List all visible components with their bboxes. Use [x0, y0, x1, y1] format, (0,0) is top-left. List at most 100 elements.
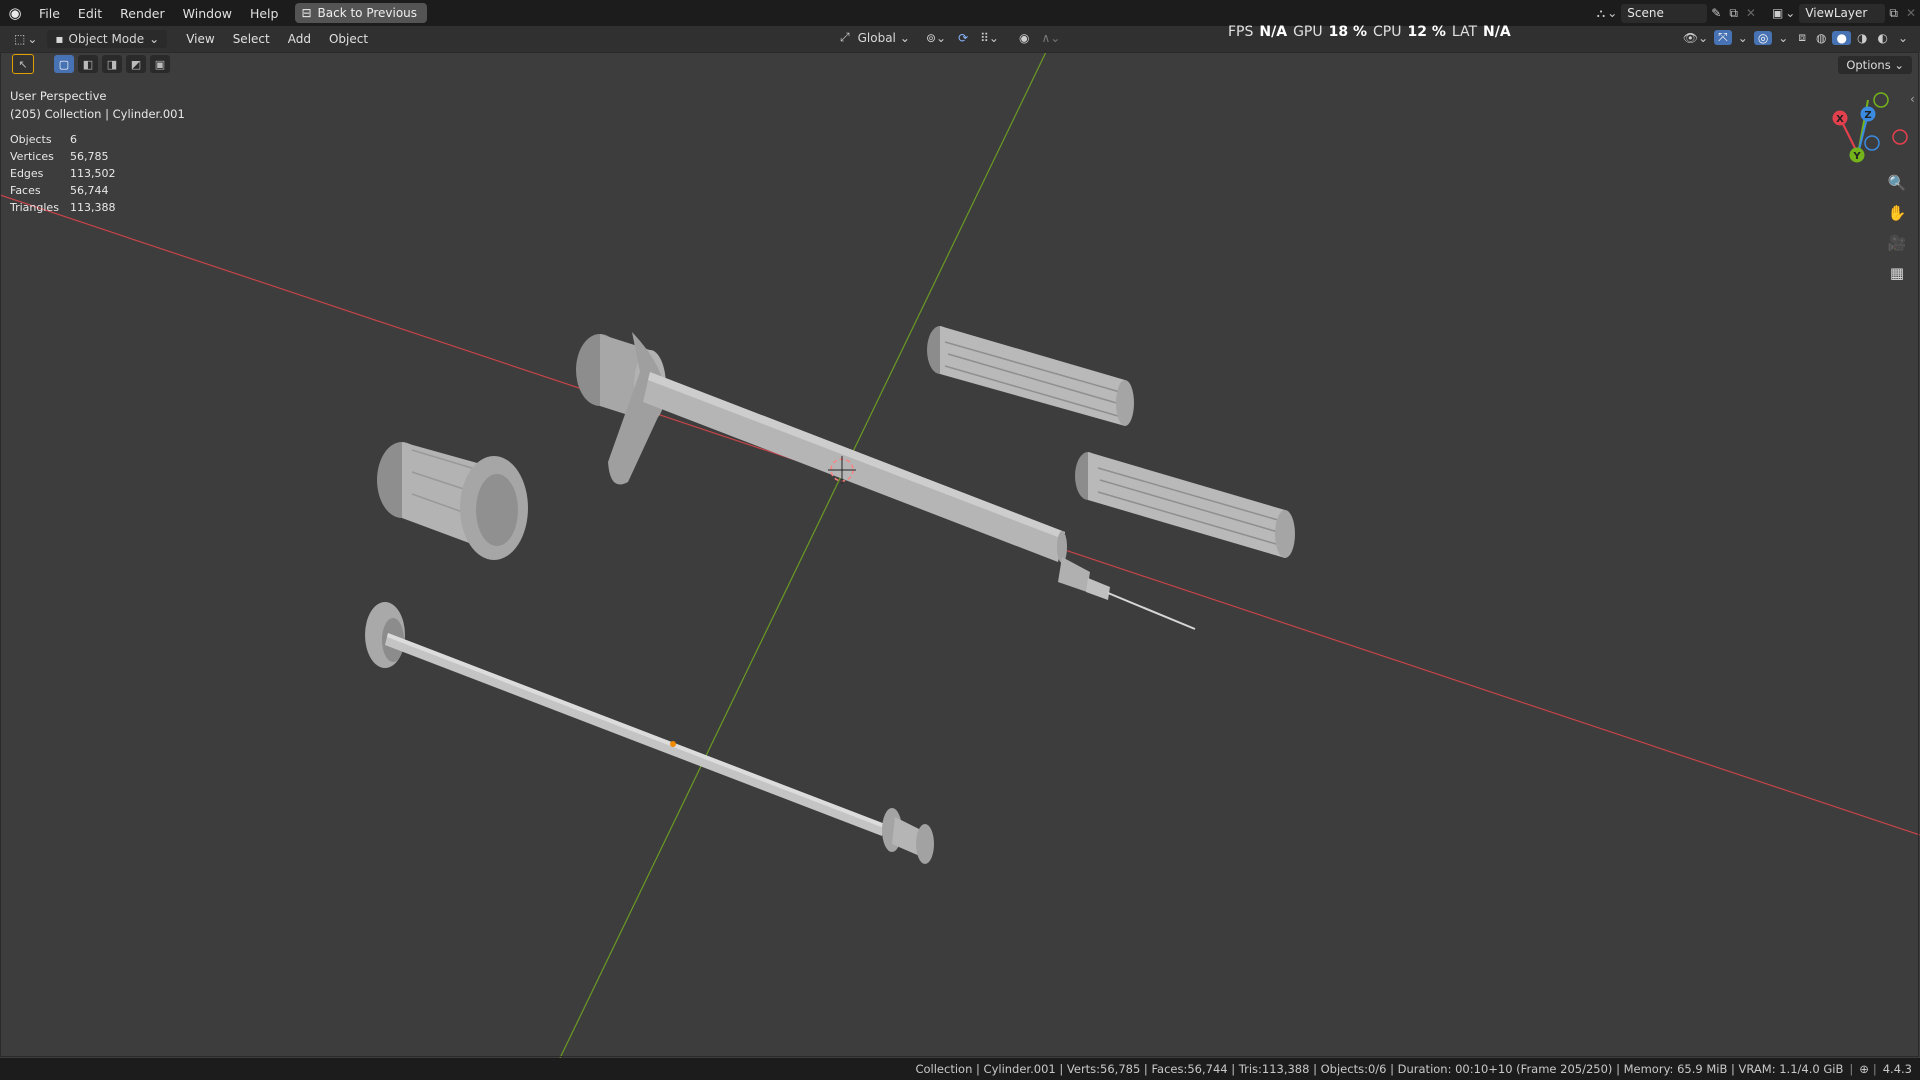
select-intersect-icon[interactable]: ▣ — [150, 55, 170, 73]
back-to-previous-button[interactable]: ⊟ Back to Previous — [295, 3, 428, 23]
status-info: Collection | Cylinder.001 | Verts:56,785… — [915, 1062, 1844, 1076]
viewport-info-overlay: User Perspective (205) Collection | Cyli… — [10, 87, 185, 123]
viewport-header: ⬚ ⌄ ▪ Object Mode ⌄ View Select Add Objec… — [0, 26, 1920, 52]
camera-view-icon[interactable]: 🎥 — [1884, 230, 1910, 256]
overlays-toggle-icon[interactable]: ◎ — [1753, 30, 1773, 45]
pivot-point-icon[interactable]: ⊚⌄ — [922, 31, 950, 45]
gizmo-neg-x-icon — [1892, 129, 1908, 145]
editor-type-icon: ⬚ — [14, 32, 26, 46]
view-layer-name: ViewLayer — [1805, 6, 1868, 20]
lat-value: N/A — [1483, 24, 1511, 40]
object-mode-dropdown[interactable]: ▪ Object Mode ⌄ — [47, 30, 168, 48]
back-icon: ⊟ — [301, 6, 312, 20]
chevron-down-icon: ⌄ — [149, 32, 160, 46]
select-set-icon[interactable]: ▢ — [54, 55, 74, 73]
stat-label: Faces — [10, 184, 41, 197]
cpu-value: 12 % — [1407, 24, 1446, 40]
stat-label: Objects — [10, 133, 52, 146]
menu-render[interactable]: Render — [111, 0, 174, 26]
menu-file[interactable]: File — [30, 0, 69, 26]
perspective-toggle-icon[interactable]: ▦ — [1884, 260, 1910, 286]
menu-add[interactable]: Add — [279, 32, 320, 46]
visibility-icon[interactable]: 👁⌄ — [1679, 31, 1712, 45]
stat-value: 113,502 — [70, 167, 116, 180]
solid-shading-icon[interactable]: ● — [1832, 30, 1851, 45]
menu-view[interactable]: View — [177, 32, 223, 46]
chevron-down-icon: ⌄ — [1785, 6, 1796, 20]
gizmo-neg-z-icon — [1864, 135, 1880, 151]
object-mode-label: Object Mode — [68, 32, 145, 46]
stat-label: Triangles — [10, 201, 59, 214]
transform-controls: ⤢ Global ⌄ ⊚⌄ ⟳ ⠿⌄ ◉ ∧⌄ — [836, 30, 1064, 45]
orientation-icon: ⤢ — [840, 30, 850, 44]
menu-help[interactable]: Help — [241, 0, 288, 26]
shading-dropdown-icon[interactable]: ⌄ — [1894, 31, 1912, 45]
3d-viewport[interactable]: X Z Y — [0, 52, 1920, 1058]
menu-select[interactable]: Select — [224, 32, 279, 46]
chevron-down-icon: ⌄ — [1607, 6, 1618, 20]
zoom-icon[interactable]: 🔍 — [1884, 170, 1910, 196]
view-layer-field[interactable]: ViewLayer — [1799, 3, 1886, 23]
pan-hand-icon[interactable]: ✋ — [1884, 200, 1910, 226]
navigation-gizmo: X Z Y — [1832, 92, 1908, 163]
stat-value: 56,785 — [70, 150, 109, 163]
viewport-display-controls: 👁⌄ ⤧ ⌄ ◎ ⌄ ⧈ ◍ ● ◑ ◐ ⌄ — [1679, 30, 1912, 45]
options-label: Options — [1846, 58, 1891, 72]
chevron-down-icon: ⌄ — [899, 30, 910, 45]
sidebar-toggle-icon[interactable]: ‹ — [1910, 92, 1915, 106]
y-axis-line — [559, 52, 1047, 1058]
new-view-layer-icon[interactable]: ⧉ — [1885, 6, 1902, 21]
scene-type-dropdown[interactable]: ⛬ ⌄ — [1593, 6, 1621, 21]
flange-sleeve-object — [377, 442, 528, 560]
perspective-label: User Perspective — [10, 89, 107, 103]
gpu-value: 18 % — [1328, 24, 1367, 40]
top-menu-bar: ◉ File Edit Render Window Help ⊟ Back to… — [0, 0, 1920, 26]
select-tool-icon[interactable]: ↖ — [12, 54, 34, 74]
pin-scene-icon[interactable]: ✎ — [1707, 6, 1725, 20]
back-label: Back to Previous — [317, 6, 418, 20]
stat-value: 6 — [70, 133, 77, 146]
overlays-dropdown-icon[interactable]: ⌄ — [1774, 31, 1792, 45]
proportional-editing-icon[interactable]: ◉ — [1015, 31, 1033, 45]
select-invert-icon[interactable]: ◩ — [126, 55, 146, 73]
stat-row: Faces 56,744 — [10, 182, 116, 199]
menu-window[interactable]: Window — [174, 0, 241, 26]
falloff-icon[interactable]: ∧⌄ — [1037, 31, 1064, 45]
editor-type-dropdown[interactable]: ⬚ ⌄ — [10, 32, 41, 46]
delete-scene-icon[interactable]: ✕ — [1742, 6, 1760, 20]
snap-target-icon[interactable]: ⠿⌄ — [976, 31, 1003, 45]
cpu-label: CPU — [1373, 24, 1402, 40]
view-layer-dropdown[interactable]: ▣ ⌄ — [1768, 6, 1799, 20]
snap-toggle-icon[interactable]: ⟳ — [954, 31, 972, 45]
menu-edit[interactable]: Edit — [69, 0, 111, 26]
stat-label: Vertices — [10, 150, 54, 163]
scene-name-field[interactable]: Scene — [1621, 3, 1708, 23]
select-extend-icon[interactable]: ◧ — [78, 55, 98, 73]
gizmo-toggle-icon[interactable]: ⤧ — [1714, 30, 1732, 45]
gizmo-y-label: Y — [1852, 151, 1861, 162]
orientation-dropdown[interactable]: Global — [858, 31, 896, 45]
xray-toggle-icon[interactable]: ⧈ — [1794, 30, 1810, 45]
material-shading-icon[interactable]: ◑ — [1853, 31, 1871, 45]
status-bar: Collection | Cylinder.001 | Verts:56,785… — [0, 1058, 1920, 1080]
performance-readout: FPS N/A GPU 18 % CPU 12 % LAT N/A — [1228, 24, 1511, 40]
options-dropdown[interactable]: Options ⌄ — [1838, 56, 1912, 74]
stat-row: Triangles 113,388 — [10, 199, 116, 216]
plunger-object — [365, 602, 934, 864]
select-tools-row: ↖ ▢ ◧ ◨ ◩ ▣ — [12, 54, 170, 74]
chevron-down-icon: ⌄ — [1894, 58, 1904, 72]
top-right-controls: ⛬ ⌄ Scene ✎ ⧉ ✕ ▣ ⌄ ViewLayer ⧉ ✕ — [1593, 0, 1920, 26]
gizmo-neg-y-icon — [1873, 92, 1889, 108]
select-subtract-icon[interactable]: ◨ — [102, 55, 122, 73]
new-scene-icon[interactable]: ⧉ — [1725, 6, 1742, 21]
gpu-label: GPU — [1293, 24, 1323, 40]
gizmo-z-label: Z — [1864, 110, 1871, 121]
delete-view-layer-icon[interactable]: ✕ — [1902, 6, 1920, 20]
blender-logo-icon[interactable]: ◉ — [0, 0, 30, 26]
stat-row: Edges 113,502 — [10, 165, 116, 182]
gizmo-dropdown-icon[interactable]: ⌄ — [1734, 31, 1752, 45]
version-label: 4.4.3 — [1882, 1062, 1912, 1076]
menu-object[interactable]: Object — [320, 32, 377, 46]
wireframe-shading-icon[interactable]: ◍ — [1812, 31, 1830, 45]
rendered-shading-icon[interactable]: ◐ — [1873, 31, 1891, 45]
